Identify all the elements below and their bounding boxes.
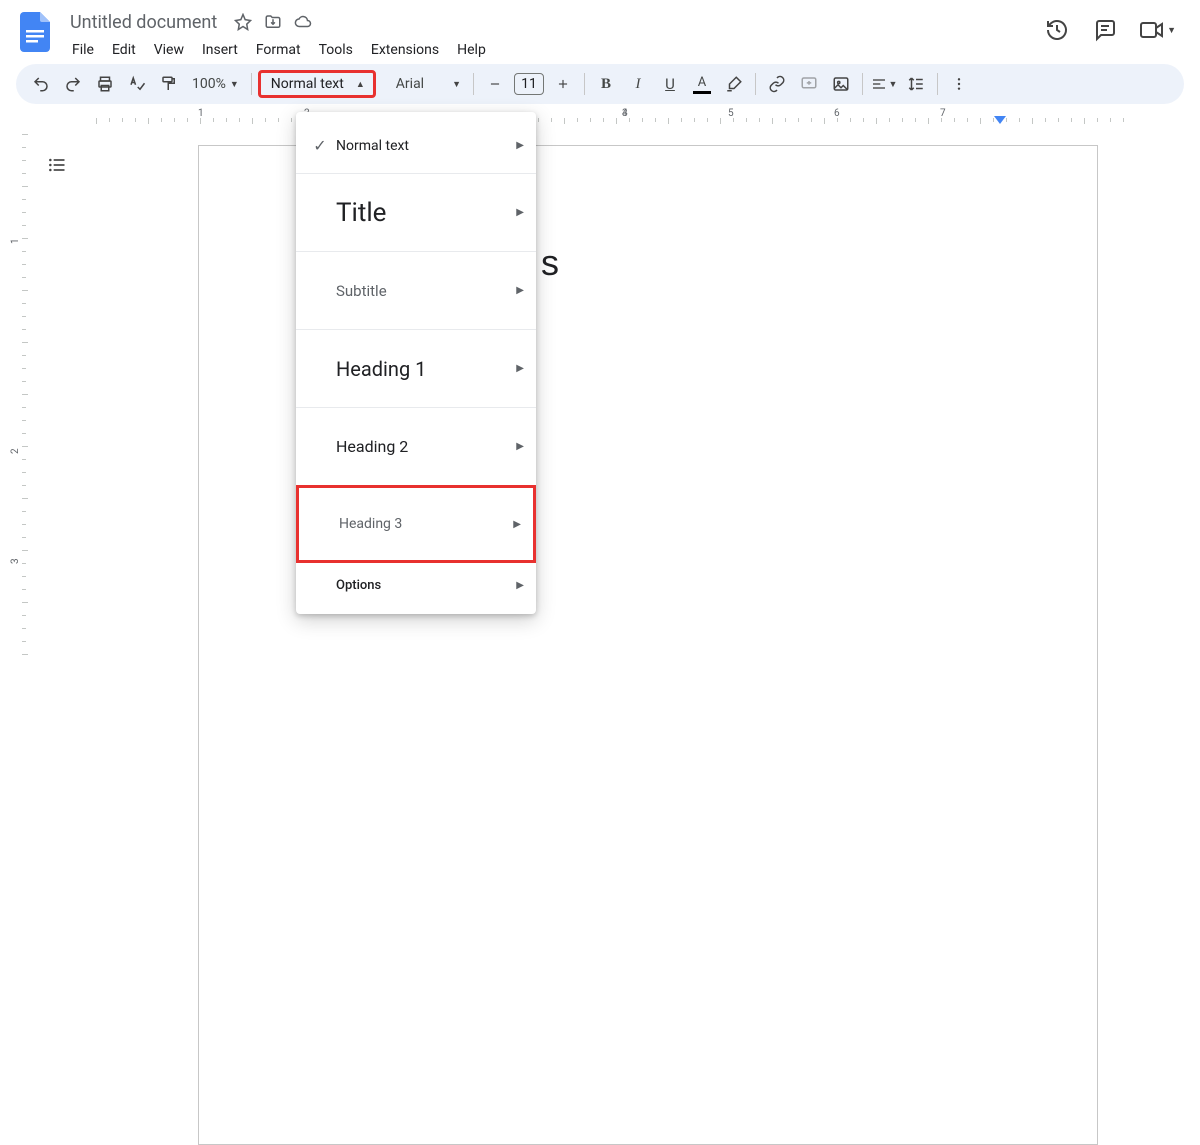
- style-label: Heading 1: [332, 357, 516, 381]
- ruler-area: 1 2 4 5 6 7 3: [0, 108, 1200, 124]
- chevron-down-icon: ▼: [1167, 25, 1176, 36]
- check-icon: ✓: [308, 136, 332, 155]
- chevron-right-icon: ▶: [516, 207, 524, 218]
- chevron-down-icon: ▼: [452, 79, 461, 90]
- document-title[interactable]: Untitled document: [64, 10, 223, 35]
- style-label: Options: [332, 578, 516, 593]
- style-label: Normal text: [332, 138, 516, 154]
- ruler-number: 1: [10, 238, 21, 244]
- bold-button[interactable]: B: [591, 69, 621, 99]
- menu-insert[interactable]: Insert: [194, 38, 246, 62]
- chevron-down-icon: ▼: [889, 79, 898, 90]
- font-dropdown[interactable]: Arial ▼: [390, 69, 467, 99]
- font-size-input[interactable]: 11: [514, 73, 544, 95]
- move-icon[interactable]: [263, 12, 283, 32]
- separator: [755, 73, 756, 95]
- vertical-ruler[interactable]: 1 2 3: [8, 124, 28, 684]
- menu-format[interactable]: Format: [248, 38, 309, 62]
- undo-button[interactable]: [26, 69, 56, 99]
- header: Untitled document File Edit View Insert …: [0, 0, 1200, 64]
- increase-font-size-button[interactable]: [548, 69, 578, 99]
- chevron-right-icon: ▶: [516, 580, 524, 591]
- style-label: Subtitle: [332, 282, 516, 300]
- paragraph-style-value: Normal text: [271, 76, 344, 92]
- style-option-heading-1[interactable]: Heading 1 ▶: [296, 330, 536, 408]
- chevron-right-icon: ▶: [516, 441, 524, 452]
- title-area: Untitled document File Edit View Insert …: [64, 8, 1043, 64]
- style-label: Title: [332, 198, 516, 228]
- spellcheck-button[interactable]: [122, 69, 152, 99]
- paint-format-button[interactable]: [154, 69, 184, 99]
- insert-link-button[interactable]: [762, 69, 792, 99]
- chevron-right-icon: ▶: [516, 140, 524, 151]
- menubar: File Edit View Insert Format Tools Exten…: [64, 36, 1043, 64]
- style-option-title[interactable]: Title ▶: [296, 174, 536, 252]
- style-option-heading-2[interactable]: Heading 2 ▶: [296, 408, 536, 486]
- comments-icon[interactable]: [1091, 16, 1119, 44]
- separator: [937, 73, 938, 95]
- horizontal-ruler[interactable]: 1 2 4 5 6 7 3: [36, 108, 1200, 124]
- more-button[interactable]: [944, 69, 974, 99]
- redo-button[interactable]: [58, 69, 88, 99]
- menu-view[interactable]: View: [146, 38, 192, 62]
- history-icon[interactable]: [1043, 16, 1071, 44]
- style-option-heading-3[interactable]: Heading 3 ▶: [296, 485, 536, 563]
- paragraph-styles-dropdown[interactable]: Normal text ▲: [258, 70, 376, 98]
- separator: [473, 73, 474, 95]
- font-value: Arial: [396, 76, 424, 92]
- header-right: ▼: [1043, 16, 1184, 44]
- separator: [862, 73, 863, 95]
- menu-file[interactable]: File: [64, 38, 102, 62]
- underline-button[interactable]: U: [655, 69, 685, 99]
- paragraph-styles-panel: ✓ Normal text ▶ Title ▶ Subtitle ▶ Headi…: [296, 112, 536, 614]
- separator: [251, 73, 252, 95]
- toolbar: 100% ▼ Normal text ▲ Arial ▼ 11 B I U A ▼: [16, 64, 1184, 104]
- zoom-value: 100%: [192, 76, 226, 92]
- chevron-up-icon: ▲: [356, 79, 365, 90]
- line-spacing-button[interactable]: [901, 69, 931, 99]
- document-text: s: [541, 242, 560, 283]
- chevron-right-icon: ▶: [516, 285, 524, 296]
- style-option-subtitle[interactable]: Subtitle ▶: [296, 252, 536, 330]
- cloud-status-icon[interactable]: [293, 12, 313, 32]
- decrease-font-size-button[interactable]: [480, 69, 510, 99]
- meet-button[interactable]: ▼: [1139, 19, 1176, 41]
- style-label: Heading 3: [335, 516, 513, 532]
- zoom-dropdown[interactable]: 100% ▼: [186, 69, 245, 99]
- highlight-color-button[interactable]: [719, 69, 749, 99]
- separator: [584, 73, 585, 95]
- chevron-down-icon: ▼: [230, 79, 239, 90]
- chevron-right-icon: ▶: [513, 519, 521, 530]
- star-icon[interactable]: [233, 12, 253, 32]
- style-option-normal-text[interactable]: ✓ Normal text ▶: [296, 118, 536, 174]
- toolbar-container: 100% ▼ Normal text ▲ Arial ▼ 11 B I U A ▼: [0, 64, 1200, 104]
- text-color-button[interactable]: A: [687, 69, 717, 99]
- show-outline-button[interactable]: [42, 150, 72, 180]
- menu-help[interactable]: Help: [449, 38, 494, 62]
- style-options[interactable]: Options ▶: [296, 562, 536, 608]
- align-dropdown[interactable]: ▼: [869, 69, 899, 99]
- ruler-number: 3: [10, 558, 21, 564]
- ruler-number: 2: [10, 448, 21, 454]
- insert-comment-button[interactable]: [794, 69, 824, 99]
- insert-image-button[interactable]: [826, 69, 856, 99]
- italic-button[interactable]: I: [623, 69, 653, 99]
- menu-extensions[interactable]: Extensions: [363, 38, 447, 62]
- print-button[interactable]: [90, 69, 120, 99]
- menu-edit[interactable]: Edit: [104, 38, 144, 62]
- style-label: Heading 2: [332, 437, 516, 456]
- menu-tools[interactable]: Tools: [311, 38, 361, 62]
- chevron-right-icon: ▶: [516, 363, 524, 374]
- font-size-group: 11: [480, 69, 578, 99]
- docs-logo[interactable]: [16, 12, 56, 52]
